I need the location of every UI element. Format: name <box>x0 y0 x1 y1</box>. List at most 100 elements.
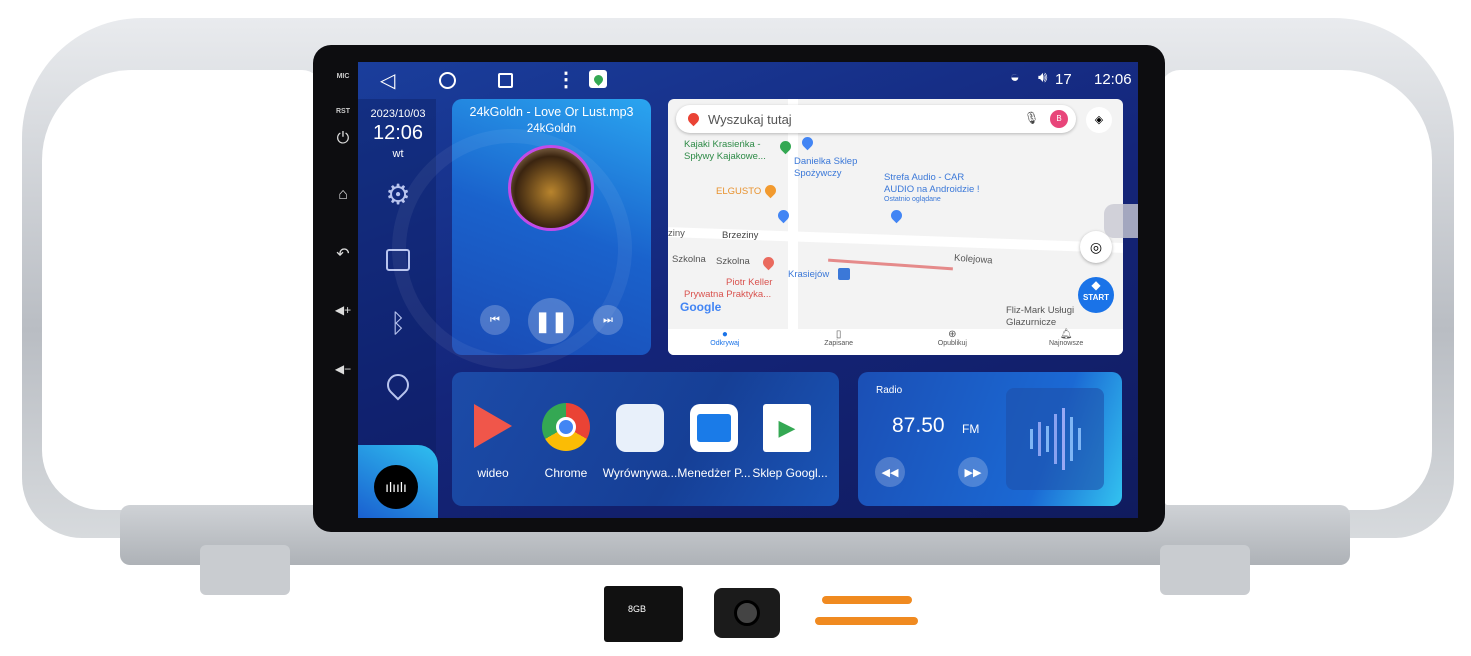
poi-label[interactable]: Prywatna Praktyka... <box>684 289 771 300</box>
sd-capacity: 8GB <box>628 604 647 614</box>
poi-label[interactable]: Fliz-Mark Usługi <box>1006 305 1074 316</box>
pry-tool <box>815 617 918 625</box>
start-label: START <box>1082 293 1110 302</box>
app-label[interactable]: Sklep Googl... <box>750 466 830 480</box>
explore-icon: ● <box>721 329 728 340</box>
voice-assistant-tile[interactable]: ılıılı <box>358 445 438 518</box>
radio-widget[interactable]: Radio 87.50 FM ◀◀ ▶▶ <box>858 372 1122 506</box>
power-icon[interactable]: ⏻ <box>330 130 356 148</box>
rst-button[interactable]: RST <box>330 108 356 115</box>
mic-label: MIC <box>336 73 350 80</box>
app-label[interactable]: Menedżer P... <box>676 466 752 480</box>
account-avatar[interactable]: B <box>1050 110 1068 128</box>
map-search-bar[interactable]: Wyszukaj tutaj 🎙︎ B <box>676 105 1076 133</box>
bookmark-icon: ▯ <box>835 329 842 340</box>
volume-level: 17 <box>1055 71 1072 88</box>
app-label[interactable]: Chrome <box>536 466 596 480</box>
google-logo: Google <box>680 300 722 314</box>
seek-back-button[interactable]: ◀◀ <box>875 457 905 487</box>
poi-label[interactable]: Spływy Kajakowe... <box>684 151 766 162</box>
menu-icon[interactable]: ⋮ <box>556 67 576 92</box>
street-label: ziny <box>668 228 685 239</box>
wifi-icon: ◒ <box>1010 69 1020 86</box>
poi-label[interactable]: ELGUSTO <box>716 186 761 197</box>
poi-label[interactable]: Piotr Keller <box>726 277 772 288</box>
voice-assistant-icon: ılıılı <box>374 465 418 509</box>
app-label[interactable]: Wyrównywa... <box>602 466 678 480</box>
video-app-icon[interactable] <box>474 404 512 448</box>
poi-sublabel: Ostatnio oglądane <box>884 196 941 203</box>
poi-label[interactable]: Kajaki Krasieńka - <box>684 139 761 150</box>
nav-contribute[interactable]: ⊕ Opublikuj <box>912 329 992 355</box>
poi-pin-icon[interactable] <box>760 254 777 271</box>
nav-explore[interactable]: ● Odkrywaj <box>685 329 765 355</box>
microsd-card: 8GB <box>604 586 683 642</box>
track-title: 24kGoldn - Love Or Lust.mp3 <box>469 105 634 119</box>
street-label: Brzeziny <box>722 230 759 241</box>
nav-saved[interactable]: ▯ Zapisane <box>799 329 879 355</box>
map-search-input[interactable]: Wyszukaj tutaj <box>708 112 792 127</box>
station-label[interactable]: Krasiejów <box>788 269 829 280</box>
audio-waveform-icon <box>1006 388 1104 490</box>
seek-forward-button[interactable]: ▶▶ <box>958 457 988 487</box>
street-label: Szkolna <box>716 256 750 267</box>
chrome-app-icon[interactable] <box>542 403 590 451</box>
microphone-icon[interactable]: 🎙︎ <box>1024 111 1039 125</box>
add-circle-icon: ⊕ <box>948 329 957 340</box>
frame-cutout-left <box>42 70 322 510</box>
rear-camera <box>714 588 780 638</box>
poi-pin-icon[interactable] <box>888 207 905 224</box>
play-store-app-icon[interactable]: ▶ <box>763 404 811 452</box>
map-bottom-nav: ● Odkrywaj ▯ Zapisane ⊕ Opublikuj 🔔︎ Najnows… <box>668 329 1123 355</box>
layers-icon[interactable]: ◈ <box>1086 107 1112 133</box>
google-maps-icon[interactable] <box>589 70 607 88</box>
back-icon[interactable]: ↶ <box>330 244 356 264</box>
status-time: 12:06 <box>1094 71 1132 88</box>
pause-button[interactable]: ❚❚ <box>528 298 574 344</box>
track-artist: 24kGoldn <box>526 123 577 135</box>
music-widget: 24kGoldn - Love Or Lust.mp3 24kGoldn ⏮ ❚… <box>392 99 651 369</box>
maps-logo-icon <box>685 110 702 127</box>
album-art <box>508 145 594 231</box>
poi-label[interactable]: AUDIO na Androidzie ! <box>884 184 980 195</box>
poi-label[interactable]: Strefa Audio - CAR <box>884 172 964 183</box>
clock-weekday: wt <box>392 148 404 160</box>
start-navigation-button[interactable]: ◆ START <box>1078 277 1114 313</box>
file-manager-app-icon[interactable] <box>690 404 738 452</box>
pry-tool <box>822 596 912 604</box>
android-screen: ◁ ⋮ ◒ 🔊︎ 17 12:06 2023/10/03 12:06 wt ⚙ … <box>358 62 1138 518</box>
decorative-rings <box>392 129 632 369</box>
radio-title: Radio <box>876 385 903 396</box>
bell-icon: 🔔︎ <box>1059 329 1073 340</box>
next-track-button[interactable]: ⏭ <box>593 305 623 335</box>
volume-up-icon[interactable]: ◀+ <box>330 303 356 317</box>
home-icon[interactable]: ⌂ <box>330 186 356 204</box>
app-label[interactable]: wideo <box>468 466 518 480</box>
radio-frequency: 87.50 <box>892 414 945 437</box>
nav-back-icon[interactable]: ◁ <box>380 68 395 93</box>
road <box>788 99 798 329</box>
frame-cutout-right <box>1160 70 1432 510</box>
previous-track-button[interactable]: ⏮ <box>480 305 510 335</box>
volume-down-icon[interactable]: ◀− <box>330 362 356 376</box>
nav-recents-icon[interactable] <box>498 73 513 88</box>
apps-widget: ▶ wideo Chrome Wyrównywa... Menedżer P..… <box>452 372 839 506</box>
nav-updates[interactable]: 🔔︎ Najnowsze <box>1026 329 1106 355</box>
poi-label[interactable]: Spożywczy <box>794 168 842 179</box>
train-station-icon[interactable] <box>838 268 850 280</box>
poi-pin-icon[interactable] <box>799 134 816 151</box>
mount-tab-right <box>1160 545 1250 595</box>
street-label: Szkolna <box>672 254 706 265</box>
street-label: Kolejowa <box>953 252 993 267</box>
clock-time: 12:06 <box>372 122 424 144</box>
mount-tab-left <box>200 545 290 595</box>
floating-handle[interactable] <box>1104 204 1138 238</box>
google-maps-widget[interactable]: Wyszukaj tutaj 🎙︎ B ◈ Kajaki Krasieńka -… <box>668 99 1123 355</box>
poi-pin-icon[interactable] <box>762 182 779 199</box>
clock-date: 2023/10/03 <box>370 108 426 120</box>
nav-home-icon[interactable] <box>439 72 456 89</box>
poi-label[interactable]: Glazurnicze <box>1006 317 1056 328</box>
volume-icon[interactable]: 🔊︎ <box>1038 69 1047 86</box>
poi-label[interactable]: Danielka Sklep <box>794 156 857 167</box>
equalizer-app-icon[interactable] <box>616 404 664 452</box>
